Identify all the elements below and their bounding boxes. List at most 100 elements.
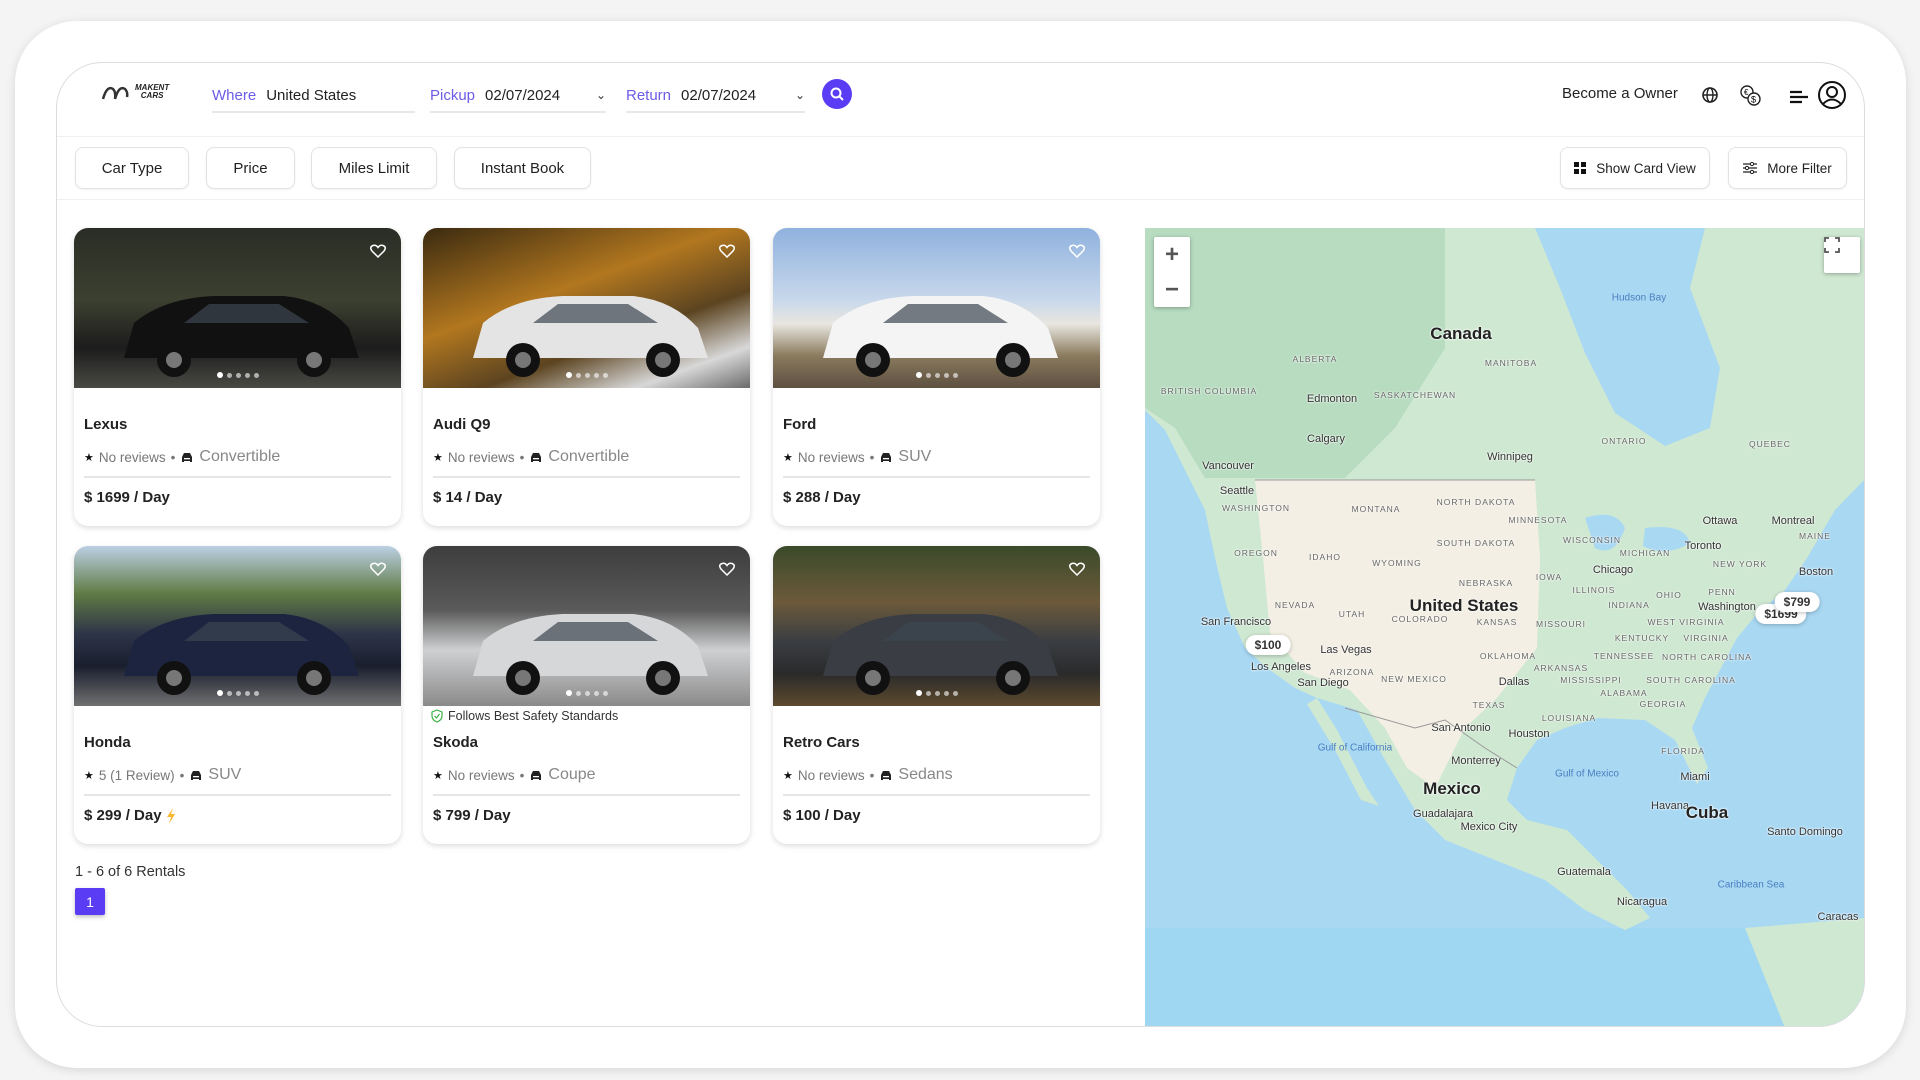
favorite-button[interactable] xyxy=(716,558,738,580)
pickup-date[interactable]: 02/07/2024 xyxy=(485,87,560,104)
car-name[interactable]: Skoda xyxy=(433,734,478,751)
app-panel: MAKENT CARS Where United States Pickup 02… xyxy=(56,62,1865,1027)
map-region-label: WYOMING xyxy=(1372,558,1422,568)
car-card[interactable]: Honda ★ 5 (1 Review) • SUV $ 299 / Day xyxy=(74,546,401,844)
car-price: $ 288 / Day xyxy=(783,489,861,506)
more-filter-button[interactable]: More Filter xyxy=(1728,147,1847,189)
map-city-label: Boston xyxy=(1798,566,1834,578)
map-city-label: Monterrey xyxy=(1451,755,1501,767)
image-carousel-dots[interactable] xyxy=(216,372,259,378)
results-count: 1 - 6 of 6 Rentals xyxy=(75,864,186,880)
car-image xyxy=(823,614,1058,695)
map-country-label: United States xyxy=(1409,596,1519,615)
car-icon xyxy=(531,452,542,462)
heart-icon xyxy=(370,244,386,258)
favorite-button[interactable] xyxy=(367,240,389,262)
image-carousel-dots[interactable] xyxy=(915,690,958,696)
filter-car-type[interactable]: Car Type xyxy=(75,147,189,189)
menu-icon[interactable] xyxy=(1788,88,1810,106)
car-type: Coupe xyxy=(548,766,596,783)
chevron-down-icon[interactable]: ⌄ xyxy=(795,88,805,102)
image-carousel-dots[interactable] xyxy=(565,372,608,378)
return-field[interactable]: Return 02/07/2024 ⌄ xyxy=(626,79,805,113)
favorite-button[interactable] xyxy=(1066,558,1088,580)
fullscreen-button[interactable] xyxy=(1824,237,1860,273)
map-water-label: Gulf of California xyxy=(1317,742,1393,754)
map-region-label: ONTARIO xyxy=(1601,436,1647,446)
favorite-button[interactable] xyxy=(1066,240,1088,262)
map-region-label: SOUTH CAROLINA xyxy=(1646,675,1736,685)
map-price-pin[interactable]: $799 xyxy=(1774,592,1820,612)
logo[interactable]: MAKENT CARS xyxy=(101,83,169,101)
where-field[interactable]: Where United States xyxy=(212,79,415,113)
car-price: $ 299 / Day xyxy=(84,807,176,824)
user-account-icon[interactable] xyxy=(1817,80,1847,110)
image-carousel-dots[interactable] xyxy=(565,690,608,696)
map-view[interactable]: Canada United States Mexico Hudson Bay Gulf … xyxy=(1145,228,1864,1026)
map-region-label: MANITOBA xyxy=(1484,358,1538,368)
car-card[interactable]: Follows Best Safety Standards Skoda ★ No… xyxy=(423,546,750,844)
map-region-label: ARIZONA xyxy=(1329,667,1375,677)
return-date[interactable]: 02/07/2024 xyxy=(681,87,756,104)
separator-dot: • xyxy=(519,449,525,465)
pickup-field[interactable]: Pickup 02/07/2024 ⌄ xyxy=(430,79,606,113)
map-region-label: IDAHO xyxy=(1309,552,1341,562)
show-card-view-button[interactable]: Show Card View xyxy=(1560,147,1710,189)
filter-miles-limit[interactable]: Miles Limit xyxy=(311,147,437,189)
zoom-in-button[interactable]: + xyxy=(1154,237,1190,272)
image-carousel-dots[interactable] xyxy=(915,372,958,378)
favorite-button[interactable] xyxy=(716,240,738,262)
car-photo[interactable] xyxy=(74,546,401,706)
map-region-label: WEST VIRGINIA xyxy=(1647,617,1725,627)
car-name[interactable]: Retro Cars xyxy=(783,734,860,751)
globe-icon[interactable] xyxy=(1701,86,1719,104)
zoom-control: + − xyxy=(1154,237,1190,307)
page-1-button[interactable]: 1 xyxy=(75,888,105,915)
car-name[interactable]: Honda xyxy=(84,734,131,751)
car-card[interactable]: Ford ★ No reviews • SUV $ 288 / Day xyxy=(773,228,1100,526)
divider xyxy=(433,794,740,796)
car-card[interactable]: Audi Q9 ★ No reviews • Convertible $ 14 … xyxy=(423,228,750,526)
safety-text: Follows Best Safety Standards xyxy=(448,709,619,723)
map-region-label: NORTH CAROLINA xyxy=(1662,652,1752,662)
car-card[interactable]: Retro Cars ★ No reviews • Sedans $ 100 /… xyxy=(773,546,1100,844)
car-photo[interactable] xyxy=(773,546,1100,706)
map-region-label: ALABAMA xyxy=(1600,688,1648,698)
map-price-pin[interactable]: $100 xyxy=(1245,635,1291,655)
currency-icon[interactable]: €$ xyxy=(1739,84,1763,108)
lightning-icon xyxy=(166,807,175,824)
car-photo[interactable] xyxy=(74,228,401,388)
car-name[interactable]: Audi Q9 xyxy=(433,416,491,433)
car-name[interactable]: Lexus xyxy=(84,416,127,433)
car-icon xyxy=(191,770,202,780)
car-photo[interactable] xyxy=(423,228,750,388)
map-region-label: ILLINOIS xyxy=(1572,585,1616,595)
heart-icon xyxy=(1069,562,1085,576)
zoom-out-button[interactable]: − xyxy=(1154,272,1190,307)
map-city-label: Ottawa xyxy=(1702,515,1738,527)
divider xyxy=(84,476,391,478)
map-city-label: Dallas xyxy=(1498,676,1530,688)
where-value[interactable]: United States xyxy=(266,87,356,104)
car-card[interactable]: Lexus ★ No reviews • Convertible $ 1699 … xyxy=(74,228,401,526)
price-text: $ 288 / Day xyxy=(783,489,861,506)
car-icon xyxy=(881,452,892,462)
search-button[interactable] xyxy=(822,79,852,109)
map-region-label: BRITISH COLUMBIA xyxy=(1160,386,1258,396)
map-region-label: MINNESOTA xyxy=(1508,515,1568,525)
divider xyxy=(783,794,1090,796)
filter-instant-book[interactable]: Instant Book xyxy=(454,147,591,189)
favorite-button[interactable] xyxy=(367,558,389,580)
become-owner-link[interactable]: Become a Owner xyxy=(1562,85,1678,102)
image-carousel-dots[interactable] xyxy=(216,690,259,696)
chevron-down-icon[interactable]: ⌄ xyxy=(596,88,606,102)
car-photo[interactable] xyxy=(773,228,1100,388)
map-region-label: WISCONSIN xyxy=(1562,535,1622,545)
map-city-label: Nicaragua xyxy=(1616,896,1668,908)
map-region-label: NEVADA xyxy=(1274,600,1316,610)
filter-price[interactable]: Price xyxy=(206,147,295,189)
car-name[interactable]: Ford xyxy=(783,416,816,433)
map-city-label: Edmonton xyxy=(1306,393,1358,405)
map-city-label: Mexico City xyxy=(1460,821,1518,833)
car-photo[interactable] xyxy=(423,546,750,706)
